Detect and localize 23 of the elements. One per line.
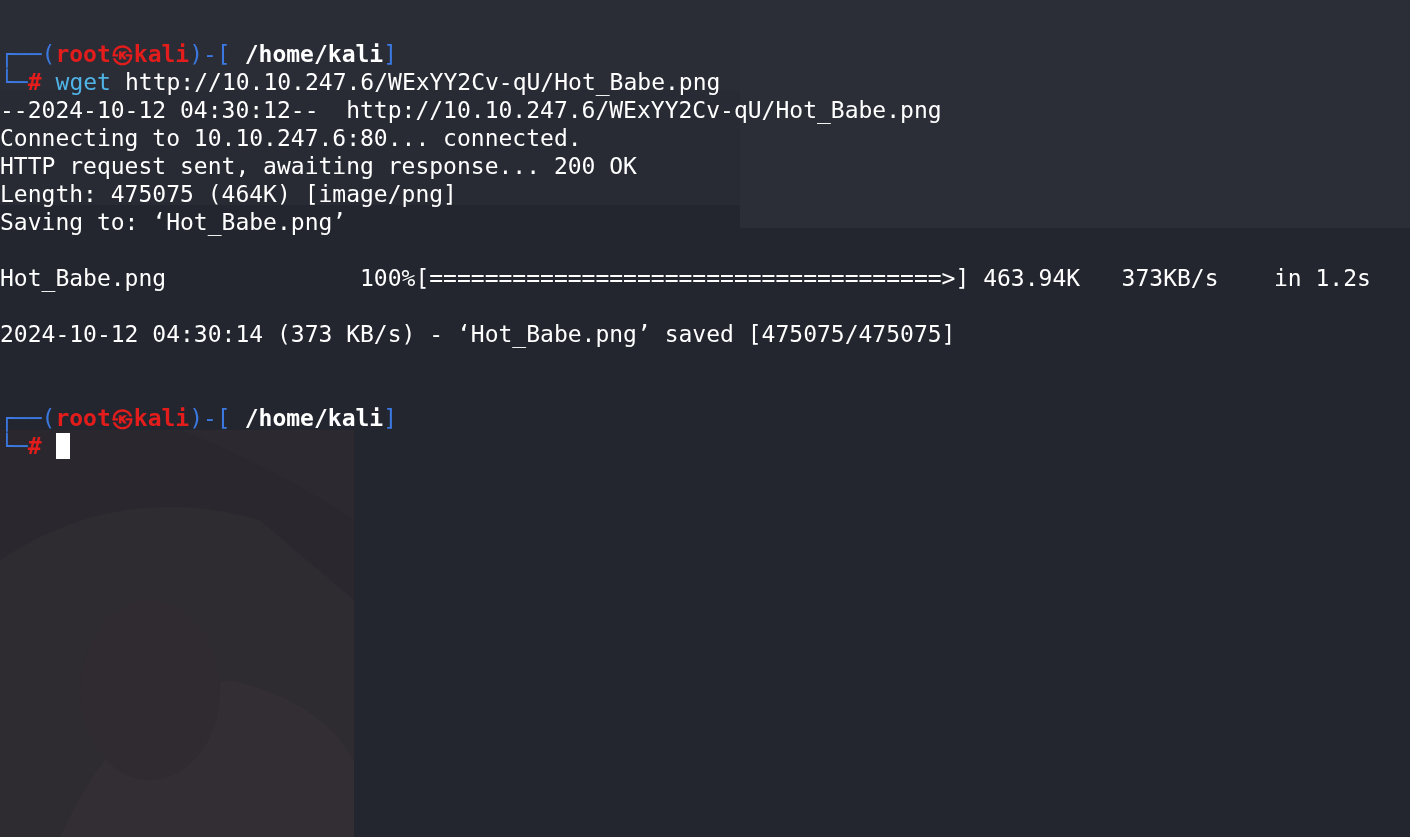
prompt-path: /home/kali (244, 405, 384, 431)
prompt-bracket: ] (383, 405, 398, 431)
command-arguments: http://10.10.247.6/WExYY2Cv-qU/Hot_Babe.png (124, 69, 721, 95)
output-line: --2024-10-12 04:30:12-- http://10.10.247.6/WExYY2Cv-qU/Hot_Babe.png (0, 97, 942, 123)
prompt-sign: # (27, 69, 42, 95)
prompt-corner: ┌──( (0, 405, 56, 431)
command-name: wget (55, 69, 111, 95)
prompt-corner: └─ (0, 433, 28, 459)
output-line: Hot_Babe.png 100%[=====================================>] 463.94K 373KB/s in 1.2s (0, 265, 1371, 291)
output-line: Saving to: ‘Hot_Babe.png’ (0, 209, 347, 235)
prompt-separator: )-[ (189, 405, 231, 431)
prompt-corner: └─ (0, 69, 28, 95)
output-line: Connecting to 10.10.247.6:80... connected. (0, 125, 582, 151)
output-line: 2024-10-12 04:30:14 (373 KB/s) - ‘Hot_Babe.png’ saved [475075/475075] (0, 321, 956, 347)
output-line: HTTP request sent, awaiting response... 200 OK (0, 153, 637, 179)
prompt-user: root㉿kali (55, 41, 190, 67)
prompt-bracket: ] (383, 41, 398, 67)
prompt-separator: )-[ (189, 41, 231, 67)
prompt-corner: ┌──( (0, 41, 56, 67)
output-line: Length: 475075 (464K) [image/png] (0, 181, 457, 207)
prompt-path: /home/kali (244, 41, 384, 67)
prompt-sign: # (27, 433, 42, 459)
prompt-user: root㉿kali (55, 405, 190, 431)
